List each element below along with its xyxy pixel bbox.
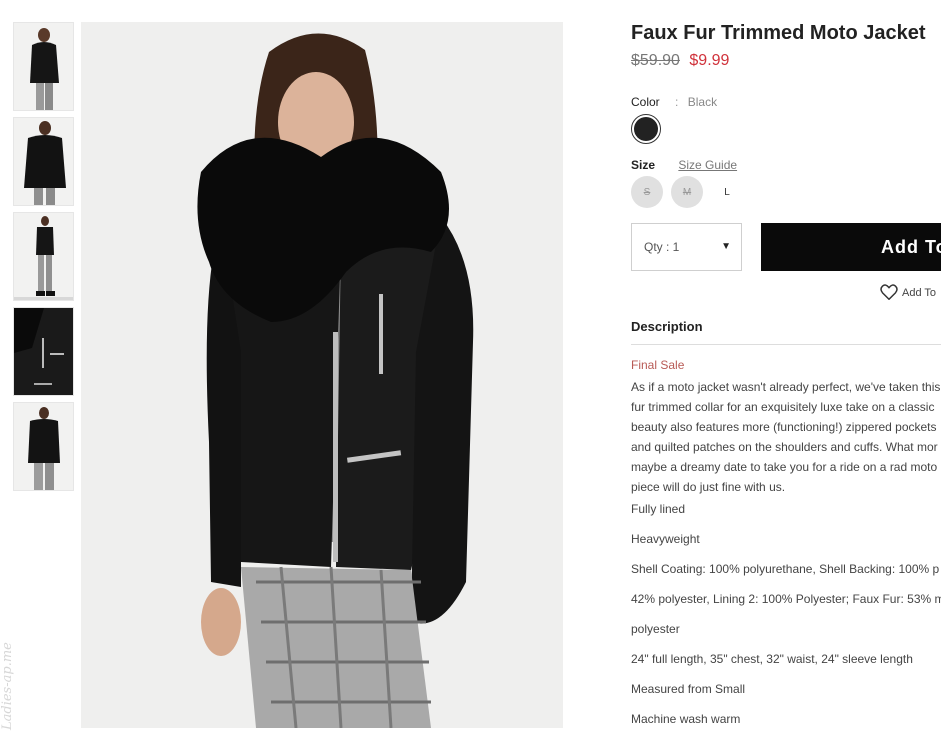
size-option-s[interactable]: S (631, 176, 663, 208)
description-line: As if a moto jacket wasn't already perfe… (631, 380, 941, 394)
caret-down-icon: ▼ (721, 241, 731, 252)
thumbnail-detail-image (14, 308, 73, 395)
detail-item: polyester (631, 622, 680, 636)
detail-item: Measured from Small (631, 682, 746, 696)
thumbnail-back[interactable] (13, 117, 74, 206)
detail-item: 42% polyester, Lining 2: 100% Polyester;… (631, 592, 941, 606)
thumbnail-front[interactable] (13, 22, 74, 111)
thumbnail-back-image (14, 118, 73, 205)
final-sale-label: Final Sale (631, 358, 685, 372)
quantity-select[interactable]: Qty : 1 ▼ (631, 223, 742, 271)
heart-icon (880, 284, 898, 301)
color-value: Black (687, 95, 718, 109)
thumbnail-styled-image (14, 403, 73, 490)
size-guide-link[interactable]: Size Guide (678, 158, 737, 172)
main-product-image[interactable] (81, 22, 563, 728)
product-details-list: Fully lined Heavyweight Shell Coating: 1… (631, 502, 941, 742)
description-line: and quilted patches on the shoulders and… (631, 440, 938, 454)
description-paragraph: As if a moto jacket wasn't already perfe… (631, 377, 940, 497)
thumbnail-full-body[interactable] (13, 212, 74, 301)
size-options: S M L (631, 176, 743, 208)
size-option-l[interactable]: L (711, 176, 743, 208)
detail-item: Shell Coating: 100% polyurethane, Shell … (631, 562, 940, 576)
thumbnail-gallery (13, 22, 74, 497)
add-to-wishlist-link[interactable]: Add To (880, 284, 937, 301)
description-line: fur trimmed collar for an exquisitely lu… (631, 400, 935, 414)
detail-item: Fully lined (631, 502, 686, 516)
thumbnail-front-image (14, 23, 73, 110)
detail-item: Machine wash warm (631, 712, 741, 726)
size-option-m[interactable]: M (671, 176, 703, 208)
detail-item: 24" full length, 35" chest, 32" waist, 2… (631, 652, 913, 666)
detail-item: Heavyweight (631, 532, 700, 546)
price-block: $59.90 $9.99 (631, 52, 729, 70)
thumbnail-detail[interactable] (13, 307, 74, 396)
size-label: Size (631, 158, 656, 172)
description-line: piece will do just fine with us. (631, 480, 786, 494)
size-row: Size Size Guide (631, 158, 737, 172)
sale-price: $9.99 (689, 52, 730, 69)
wishlist-label: Add To (902, 287, 937, 299)
color-separator: : (675, 95, 679, 109)
product-title: Faux Fur Trimmed Moto Jacket (631, 22, 926, 44)
quantity-label: Qty : 1 (644, 240, 680, 254)
model-photo (81, 22, 563, 728)
thumbnail-full-body-image (14, 213, 73, 300)
thumbnail-styled[interactable] (13, 402, 74, 491)
swatch-fill (634, 117, 658, 141)
watermark: Ladies-ap.me (0, 642, 15, 730)
description-line: maybe a dreamy date to take you for a ri… (631, 460, 938, 474)
description-line: beauty also features more (functioning!)… (631, 420, 937, 434)
color-label: Color (631, 95, 660, 109)
color-row: Color : Black (631, 95, 717, 109)
add-to-bag-button[interactable]: Add To (761, 223, 941, 271)
original-price: $59.90 (631, 52, 680, 69)
color-swatch-black[interactable] (631, 114, 661, 144)
description-heading[interactable]: Description (631, 319, 941, 345)
